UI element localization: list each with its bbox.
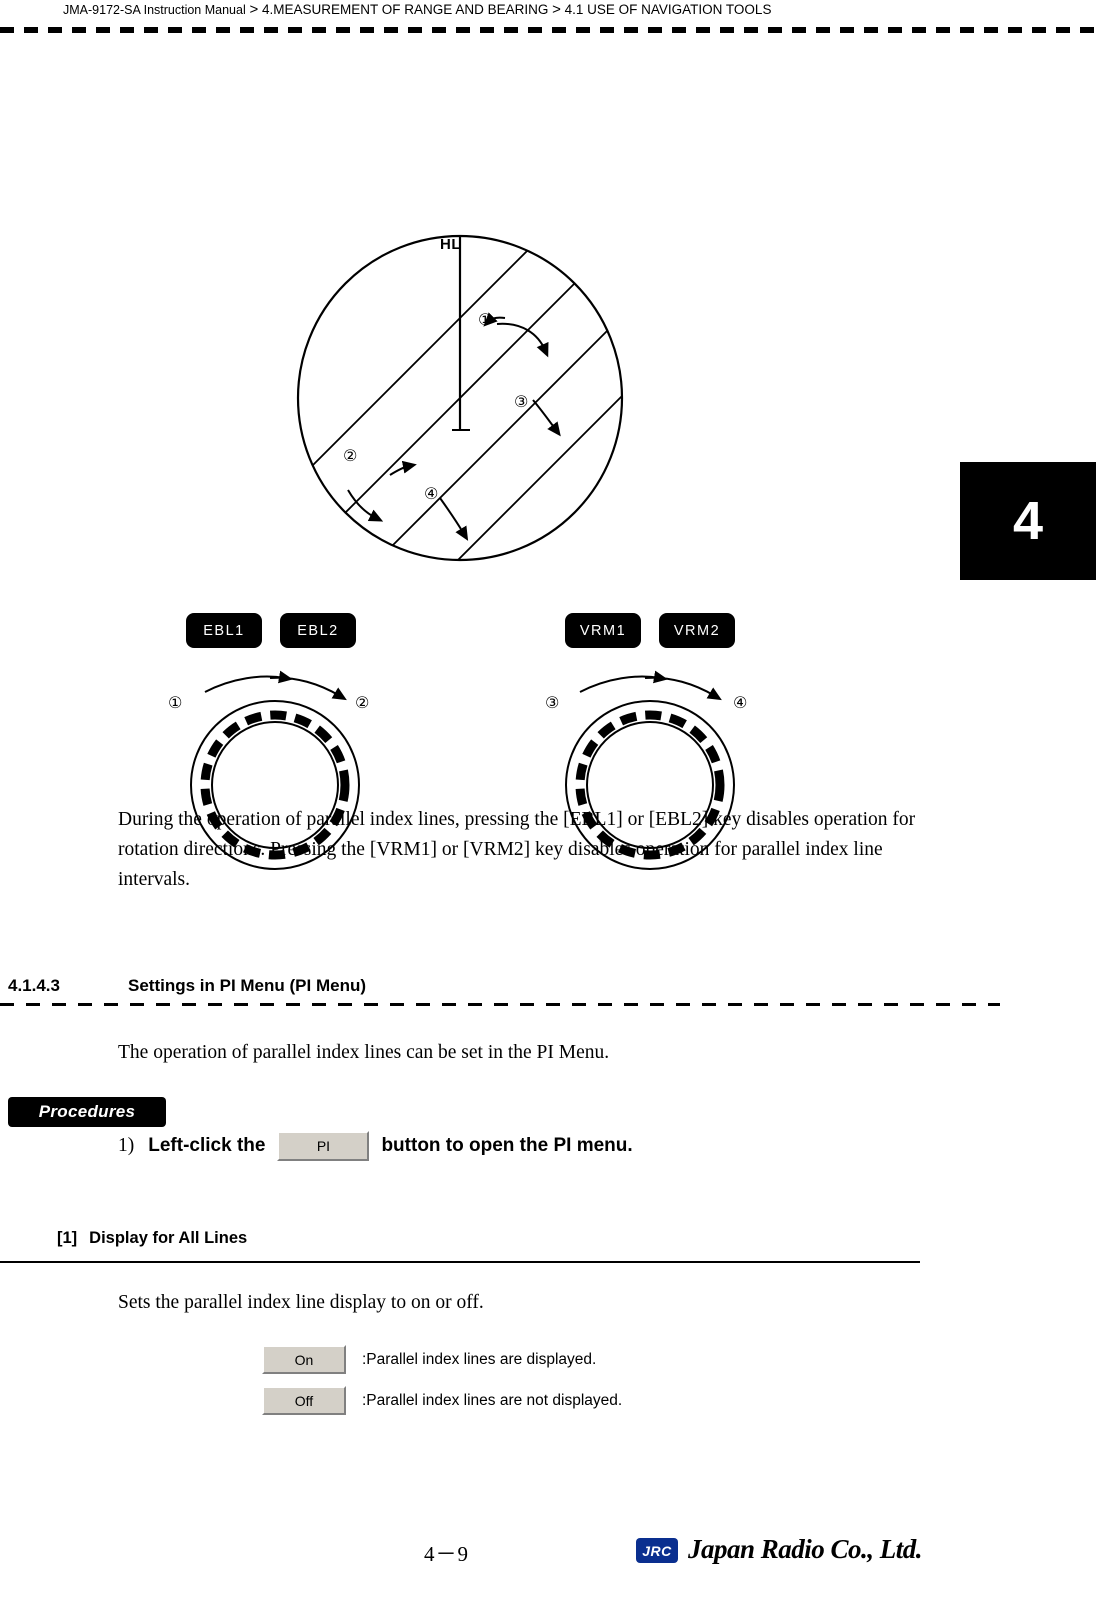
paragraph-operation-note: During the operation of parallel index l… <box>118 809 916 890</box>
key-vrm2[interactable]: VRM2 <box>659 613 735 648</box>
step-number: 1) <box>118 1135 135 1156</box>
breadcrumb-manual: JMA-9172-SA Instruction Manual <box>63 3 246 17</box>
section-number: 4.1.4.3 <box>8 976 60 995</box>
procedures-badge: Procedures <box>8 1097 166 1127</box>
figure-marker-2: ② <box>343 446 358 465</box>
company-name: Japan Radio Co., Ltd. <box>688 1534 923 1564</box>
off-description: :Parallel index lines are not displayed. <box>362 1391 623 1409</box>
subsection-divider <box>0 1261 920 1263</box>
page-header: JMA-9172-SA Instruction Manual > 4.MEASU… <box>0 0 1096 33</box>
paragraph-display-setting: Sets the parallel index line display to … <box>118 1292 484 1313</box>
off-button[interactable]: Off <box>262 1386 346 1415</box>
dial-marker-1: ① <box>168 693 183 712</box>
breadcrumb-separator-1: > <box>249 1 259 18</box>
option-row-on: On :Parallel index lines are displayed. <box>262 1345 596 1374</box>
jrc-logo-icon: JRC <box>636 1538 678 1563</box>
step-text-before: Left-click the <box>148 1135 266 1156</box>
subsection-heading: [1] Display for All Lines <box>57 1229 247 1248</box>
subsection-number: [1] <box>57 1229 78 1247</box>
breadcrumb: JMA-9172-SA Instruction Manual > 4.MEASU… <box>63 1 771 18</box>
breadcrumb-separator-2: > <box>552 1 561 18</box>
key-ebl1[interactable]: EBL1 <box>186 613 262 648</box>
figure-marker-3: ③ <box>514 392 529 411</box>
dial-marker-3: ③ <box>545 693 560 712</box>
figure-marker-4: ④ <box>424 484 439 503</box>
page-number: 4－9 <box>424 1542 469 1566</box>
section-title: Settings in PI Menu (PI Menu) <box>128 976 366 995</box>
step-text-after: button to open the PI menu. <box>381 1135 633 1156</box>
figure-pi-controls: HL ① ② ③ ④ EBL1 EBL2 VRM1 VRM2 ① ② ③ ④ <box>0 100 960 870</box>
procedure-step-1: 1) Left-click the PI button to open the … <box>118 1131 633 1161</box>
breadcrumb-section: 4.1 USE OF NAVIGATION TOOLS <box>564 2 772 17</box>
breadcrumb-chapter: 4.MEASUREMENT OF RANGE AND BEARING <box>262 2 549 17</box>
key-vrm1[interactable]: VRM1 <box>565 613 641 648</box>
chapter-tab: 4 <box>960 462 1096 580</box>
subsection-title: Display for All Lines <box>89 1229 248 1247</box>
paragraph-pi-menu: The operation of parallel index lines ca… <box>118 1042 610 1063</box>
figure-marker-1: ① <box>478 310 493 329</box>
on-button[interactable]: On <box>262 1345 346 1374</box>
section-divider <box>0 1003 1000 1006</box>
header-divider <box>0 27 1096 33</box>
radar-diagram <box>296 234 624 562</box>
dial-marker-2: ② <box>355 693 370 712</box>
on-description: :Parallel index lines are displayed. <box>362 1350 597 1368</box>
pi-button[interactable]: PI <box>277 1131 370 1161</box>
section-heading: 4.1.4.3 Settings in PI Menu (PI Menu) <box>8 976 366 996</box>
key-ebl2[interactable]: EBL2 <box>280 613 356 648</box>
option-row-off: Off :Parallel index lines are not displa… <box>262 1386 622 1415</box>
dial-marker-4: ④ <box>733 693 748 712</box>
